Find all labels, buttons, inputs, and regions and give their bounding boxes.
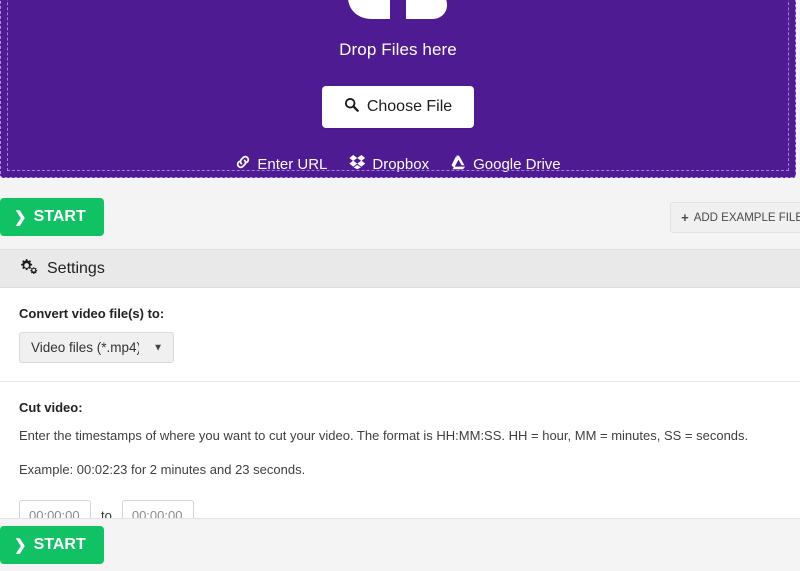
chevron-right-icon: ❯ [14,208,27,226]
choose-file-button[interactable]: Choose File [321,86,475,128]
bottom-action-bar: ❯ START [0,518,800,571]
drop-files-text: Drop Files here [339,40,457,59]
google-drive-icon [451,155,467,174]
cloud-upload-icon [346,0,450,26]
settings-title: Settings [47,259,105,277]
start-button-top-label: START [33,208,86,225]
google-drive-label: Google Drive [473,155,561,173]
plus-icon: + [681,210,689,225]
link-icon [235,154,251,174]
add-example-file-label: ADD EXAMPLE FILE [693,211,800,224]
cut-video-help-line-2: Example: 00:02:23 for 2 minutes and 23 s… [19,462,306,478]
dropbox-icon [349,154,366,174]
dropbox-label: Dropbox [372,155,430,173]
convert-format-select[interactable]: Video files (*.mp4) [19,332,174,363]
cut-video-label: Cut video: [19,400,83,415]
format-select-wrapper: Video files (*.mp4) ▼ [19,332,174,363]
chevron-right-icon: ❯ [14,536,27,554]
cut-video-help-line-1: Enter the timestamps of where you want t… [19,428,749,443]
choose-file-label: Choose File [366,98,453,115]
start-button-bottom-label: START [33,536,86,553]
cloud-providers-row: Enter URL Dropbox Google Drive [235,154,561,174]
enter-url-label: Enter URL [257,155,328,173]
top-action-bar: ❯ START + ADD EXAMPLE FILE [0,186,800,248]
start-button-top[interactable]: ❯ START [0,198,104,236]
settings-panel: Settings Convert video file(s) to: Video… [0,249,800,550]
google-drive-link[interactable]: Google Drive [451,155,561,174]
magnifier-icon [344,97,359,117]
settings-header: Settings [0,250,800,288]
start-button-bottom[interactable]: ❯ START [0,526,104,564]
page-root: Drop Files here Choose File Enter URL Dr… [0,0,800,571]
enter-url-link[interactable]: Enter URL [235,154,327,174]
cogs-icon [19,258,38,279]
dropbox-link[interactable]: Dropbox [349,154,429,174]
add-example-file-button[interactable]: + ADD EXAMPLE FILE [670,202,800,233]
file-dropzone[interactable]: Drop Files here Choose File Enter URL Dr… [0,0,796,178]
convert-format-label: Convert video file(s) to: [19,306,165,321]
convert-format-section: Convert video file(s) to: Video files (*… [0,288,800,381]
